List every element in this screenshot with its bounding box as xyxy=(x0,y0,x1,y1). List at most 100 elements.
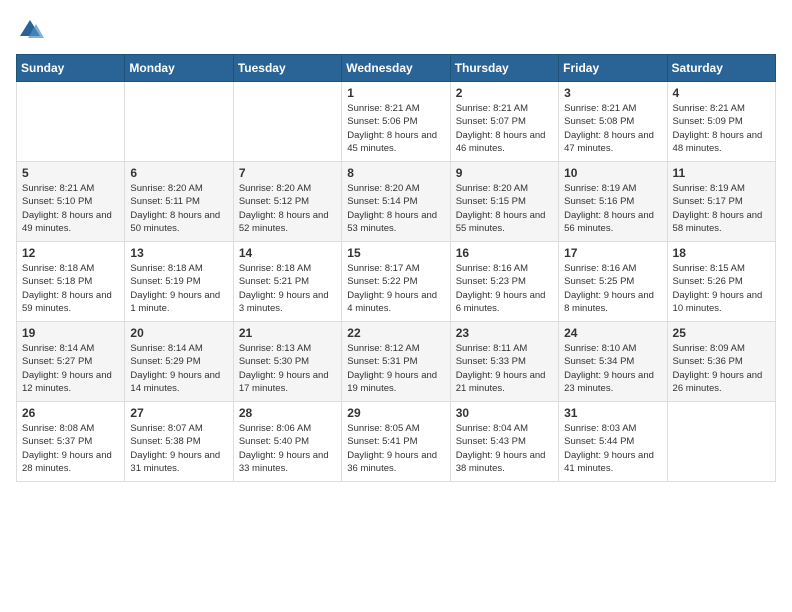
day-number: 31 xyxy=(564,406,661,420)
day-number: 9 xyxy=(456,166,553,180)
day-number: 18 xyxy=(673,246,770,260)
day-info: Sunrise: 8:18 AM Sunset: 5:19 PM Dayligh… xyxy=(130,262,227,315)
week-row-1: 1 Sunrise: 8:21 AM Sunset: 5:06 PM Daylig… xyxy=(17,82,776,162)
day-number: 30 xyxy=(456,406,553,420)
day-cell: 7 Sunrise: 8:20 AM Sunset: 5:12 PM Daylig… xyxy=(233,162,341,242)
day-number: 12 xyxy=(22,246,119,260)
day-info: Sunrise: 8:20 AM Sunset: 5:11 PM Dayligh… xyxy=(130,182,227,235)
day-cell: 27 Sunrise: 8:07 AM Sunset: 5:38 PM Dayli… xyxy=(125,402,233,482)
day-number: 26 xyxy=(22,406,119,420)
day-number: 21 xyxy=(239,326,336,340)
day-info: Sunrise: 8:13 AM Sunset: 5:30 PM Dayligh… xyxy=(239,342,336,395)
day-info: Sunrise: 8:05 AM Sunset: 5:41 PM Dayligh… xyxy=(347,422,444,475)
day-info: Sunrise: 8:21 AM Sunset: 5:06 PM Dayligh… xyxy=(347,102,444,155)
day-cell: 15Sunrise: 8:17 AM Sunset: 5:22 PM Dayli… xyxy=(342,242,450,322)
calendar-header: SundayMondayTuesdayWednesdayThursdayFrid… xyxy=(17,55,776,82)
day-cell: 3 Sunrise: 8:21 AM Sunset: 5:08 PM Daylig… xyxy=(559,82,667,162)
day-info: Sunrise: 8:06 AM Sunset: 5:40 PM Dayligh… xyxy=(239,422,336,475)
day-cell: 17Sunrise: 8:16 AM Sunset: 5:25 PM Dayli… xyxy=(559,242,667,322)
day-cell: 24 Sunrise: 8:10 AM Sunset: 5:34 PM Dayli… xyxy=(559,322,667,402)
day-info: Sunrise: 8:21 AM Sunset: 5:07 PM Dayligh… xyxy=(456,102,553,155)
day-cell: 29 Sunrise: 8:05 AM Sunset: 5:41 PM Dayli… xyxy=(342,402,450,482)
day-number: 13 xyxy=(130,246,227,260)
day-cell: 1 Sunrise: 8:21 AM Sunset: 5:06 PM Daylig… xyxy=(342,82,450,162)
day-cell: 11 Sunrise: 8:19 AM Sunset: 5:17 PM Dayli… xyxy=(667,162,775,242)
logo xyxy=(16,16,48,44)
header-friday: Friday xyxy=(559,55,667,82)
day-cell: 18 Sunrise: 8:15 AM Sunset: 5:26 PM Dayli… xyxy=(667,242,775,322)
day-info: Sunrise: 8:19 AM Sunset: 5:16 PM Dayligh… xyxy=(564,182,661,235)
day-number: 10 xyxy=(564,166,661,180)
day-cell: 13 Sunrise: 8:18 AM Sunset: 5:19 PM Dayli… xyxy=(125,242,233,322)
day-cell xyxy=(233,82,341,162)
day-cell: 30 Sunrise: 8:04 AM Sunset: 5:43 PM Dayli… xyxy=(450,402,558,482)
day-number: 2 xyxy=(456,86,553,100)
day-info: Sunrise: 8:20 AM Sunset: 5:15 PM Dayligh… xyxy=(456,182,553,235)
day-number: 29 xyxy=(347,406,444,420)
day-number: 16 xyxy=(456,246,553,260)
day-info: Sunrise: 8:08 AM Sunset: 5:37 PM Dayligh… xyxy=(22,422,119,475)
day-info: Sunrise: 8:03 AM Sunset: 5:44 PM Dayligh… xyxy=(564,422,661,475)
day-number: 7 xyxy=(239,166,336,180)
day-info: Sunrise: 8:04 AM Sunset: 5:43 PM Dayligh… xyxy=(456,422,553,475)
day-number: 24 xyxy=(564,326,661,340)
day-cell: 23Sunrise: 8:11 AM Sunset: 5:33 PM Dayli… xyxy=(450,322,558,402)
header-thursday: Thursday xyxy=(450,55,558,82)
day-info: Sunrise: 8:18 AM Sunset: 5:18 PM Dayligh… xyxy=(22,262,119,315)
day-info: Sunrise: 8:14 AM Sunset: 5:29 PM Dayligh… xyxy=(130,342,227,395)
day-number: 14 xyxy=(239,246,336,260)
header-sunday: Sunday xyxy=(17,55,125,82)
day-number: 3 xyxy=(564,86,661,100)
day-number: 15 xyxy=(347,246,444,260)
day-cell: 14Sunrise: 8:18 AM Sunset: 5:21 PM Dayli… xyxy=(233,242,341,322)
day-cell: 2 Sunrise: 8:21 AM Sunset: 5:07 PM Daylig… xyxy=(450,82,558,162)
day-cell xyxy=(17,82,125,162)
day-info: Sunrise: 8:12 AM Sunset: 5:31 PM Dayligh… xyxy=(347,342,444,395)
header xyxy=(16,16,776,44)
day-number: 5 xyxy=(22,166,119,180)
day-info: Sunrise: 8:15 AM Sunset: 5:26 PM Dayligh… xyxy=(673,262,770,315)
day-cell: 10 Sunrise: 8:19 AM Sunset: 5:16 PM Dayli… xyxy=(559,162,667,242)
day-cell: 20 Sunrise: 8:14 AM Sunset: 5:29 PM Dayli… xyxy=(125,322,233,402)
day-cell: 25 Sunrise: 8:09 AM Sunset: 5:36 PM Dayli… xyxy=(667,322,775,402)
day-number: 1 xyxy=(347,86,444,100)
header-tuesday: Tuesday xyxy=(233,55,341,82)
day-number: 17 xyxy=(564,246,661,260)
page: SundayMondayTuesdayWednesdayThursdayFrid… xyxy=(0,0,792,612)
day-number: 28 xyxy=(239,406,336,420)
day-number: 8 xyxy=(347,166,444,180)
day-info: Sunrise: 8:14 AM Sunset: 5:27 PM Dayligh… xyxy=(22,342,119,395)
week-row-3: 12 Sunrise: 8:18 AM Sunset: 5:18 PM Dayli… xyxy=(17,242,776,322)
day-info: Sunrise: 8:20 AM Sunset: 5:12 PM Dayligh… xyxy=(239,182,336,235)
day-number: 27 xyxy=(130,406,227,420)
day-number: 25 xyxy=(673,326,770,340)
header-row: SundayMondayTuesdayWednesdayThursdayFrid… xyxy=(17,55,776,82)
day-cell: 6Sunrise: 8:20 AM Sunset: 5:11 PM Daylig… xyxy=(125,162,233,242)
day-cell: 22 Sunrise: 8:12 AM Sunset: 5:31 PM Dayli… xyxy=(342,322,450,402)
day-cell: 31 Sunrise: 8:03 AM Sunset: 5:44 PM Dayli… xyxy=(559,402,667,482)
day-info: Sunrise: 8:21 AM Sunset: 5:08 PM Dayligh… xyxy=(564,102,661,155)
header-saturday: Saturday xyxy=(667,55,775,82)
day-number: 19 xyxy=(22,326,119,340)
day-info: Sunrise: 8:10 AM Sunset: 5:34 PM Dayligh… xyxy=(564,342,661,395)
day-cell: 21 Sunrise: 8:13 AM Sunset: 5:30 PM Dayli… xyxy=(233,322,341,402)
day-number: 11 xyxy=(673,166,770,180)
day-info: Sunrise: 8:07 AM Sunset: 5:38 PM Dayligh… xyxy=(130,422,227,475)
day-number: 20 xyxy=(130,326,227,340)
day-cell xyxy=(667,402,775,482)
header-wednesday: Wednesday xyxy=(342,55,450,82)
day-number: 22 xyxy=(347,326,444,340)
calendar-body: 1 Sunrise: 8:21 AM Sunset: 5:06 PM Daylig… xyxy=(17,82,776,482)
calendar-table: SundayMondayTuesdayWednesdayThursdayFrid… xyxy=(16,54,776,482)
day-cell: 19 Sunrise: 8:14 AM Sunset: 5:27 PM Dayli… xyxy=(17,322,125,402)
day-cell xyxy=(125,82,233,162)
day-info: Sunrise: 8:16 AM Sunset: 5:23 PM Dayligh… xyxy=(456,262,553,315)
day-info: Sunrise: 8:21 AM Sunset: 5:09 PM Dayligh… xyxy=(673,102,770,155)
day-info: Sunrise: 8:09 AM Sunset: 5:36 PM Dayligh… xyxy=(673,342,770,395)
day-info: Sunrise: 8:19 AM Sunset: 5:17 PM Dayligh… xyxy=(673,182,770,235)
day-cell: 4Sunrise: 8:21 AM Sunset: 5:09 PM Daylig… xyxy=(667,82,775,162)
week-row-2: 5 Sunrise: 8:21 AM Sunset: 5:10 PM Daylig… xyxy=(17,162,776,242)
day-info: Sunrise: 8:20 AM Sunset: 5:14 PM Dayligh… xyxy=(347,182,444,235)
day-info: Sunrise: 8:11 AM Sunset: 5:33 PM Dayligh… xyxy=(456,342,553,395)
day-info: Sunrise: 8:21 AM Sunset: 5:10 PM Dayligh… xyxy=(22,182,119,235)
